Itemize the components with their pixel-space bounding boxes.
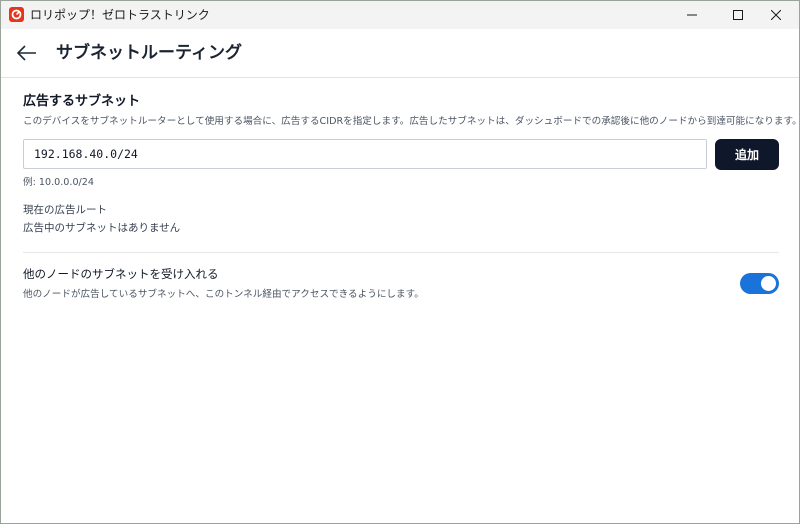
page-header: サブネットルーティング [1, 29, 799, 78]
arrow-left-icon [16, 45, 36, 61]
cidr-example: 例: 10.0.0.0/24 [23, 177, 94, 188]
close-icon [771, 10, 781, 20]
current-routes-label: 現在の広告ルート [23, 204, 107, 216]
advertise-description: このデバイスをサブネットルーターとして使用する場合に、広告するCIDRを指定しま… [23, 116, 800, 127]
close-button[interactable] [753, 1, 799, 29]
back-button[interactable] [15, 41, 39, 65]
add-button[interactable]: 追加 [715, 139, 779, 170]
page-title: サブネットルーティング [56, 43, 242, 63]
cidr-input[interactable] [23, 139, 707, 169]
section-divider [23, 252, 779, 253]
accept-routes-toggle[interactable] [740, 273, 779, 294]
minimize-button[interactable] [669, 1, 715, 29]
title-bar[interactable]: ロリポップ！ゼロトラストリンク [1, 1, 799, 29]
accept-routes-title: 他のノードのサブネットを受け入れる [23, 267, 219, 281]
accept-routes-description: 他のノードが広告しているサブネットへ、このトンネル経由でアクセスできるようにしま… [23, 289, 424, 300]
maximize-icon [733, 10, 743, 20]
toggle-knob [761, 276, 776, 291]
app-window: ロリポップ！ゼロトラストリンク サブネットルーティング 広告するサブネット この… [0, 0, 800, 524]
advertise-section-title: 広告するサブネット [23, 94, 141, 109]
current-routes-empty: 広告中のサブネットはありません [23, 222, 181, 234]
lollipop-app-icon [9, 7, 24, 22]
minimize-icon [687, 14, 697, 16]
window-title: ロリポップ！ゼロトラストリンク [30, 8, 210, 22]
